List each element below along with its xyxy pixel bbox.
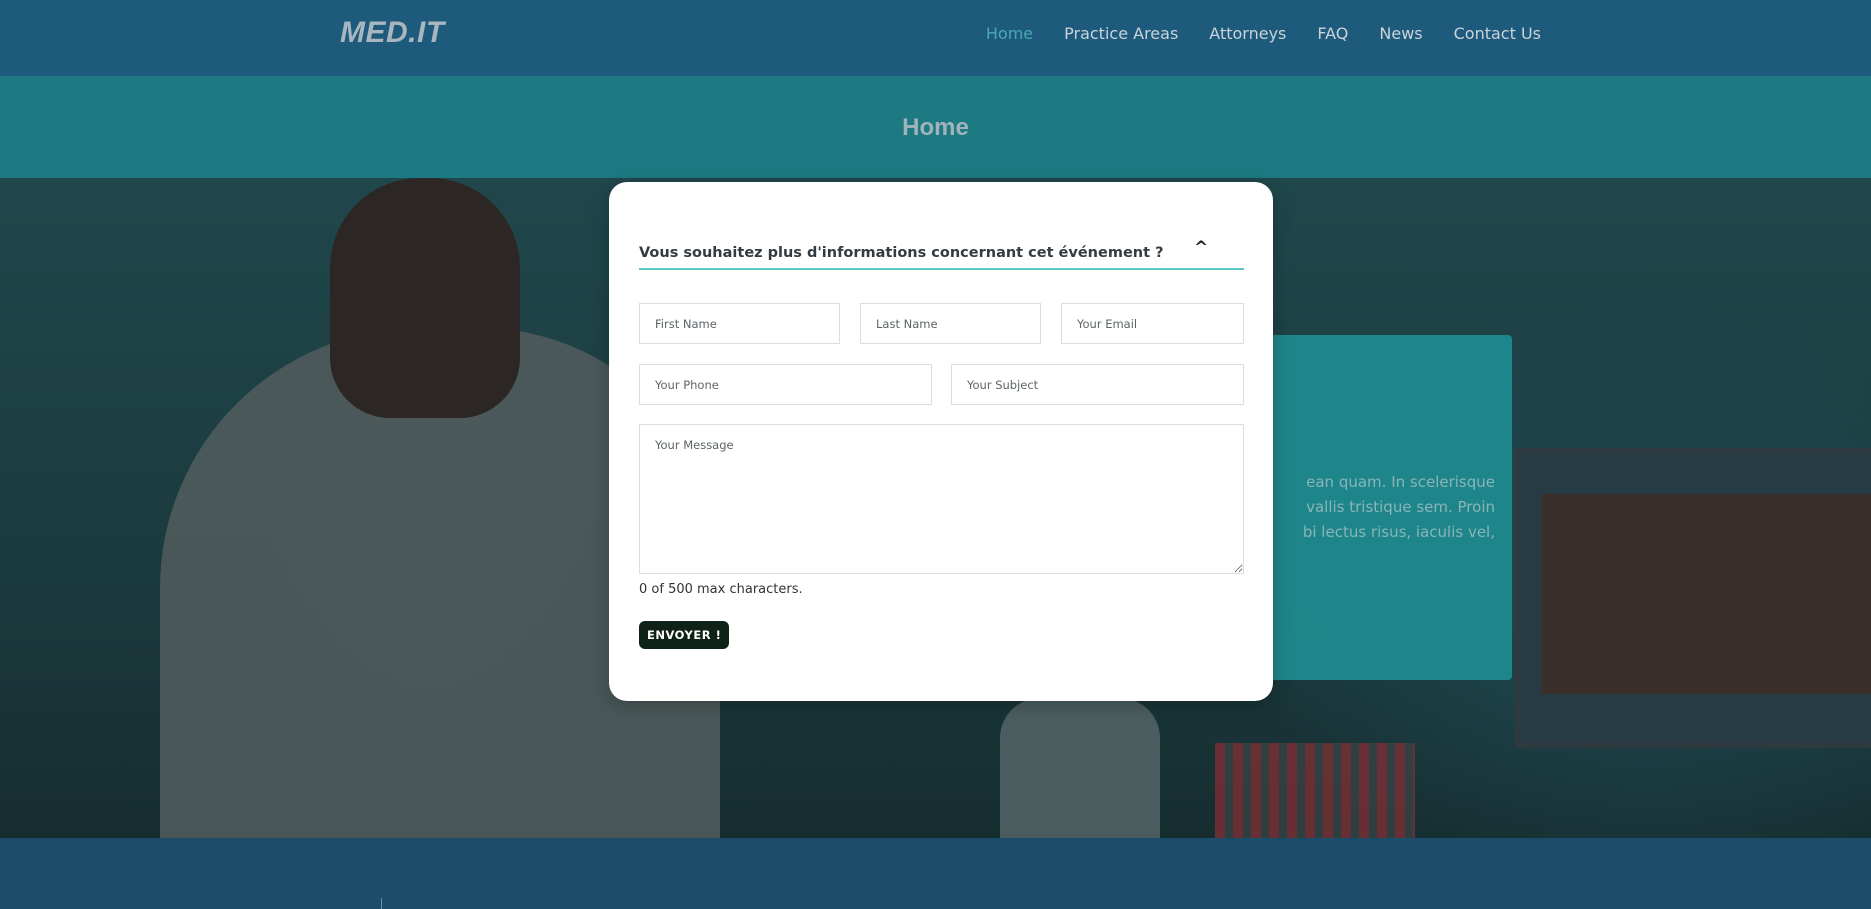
hero-microscope (1000, 698, 1160, 838)
email-field[interactable] (1061, 303, 1244, 344)
page-title-band: Home (0, 76, 1871, 178)
site-footer (0, 838, 1871, 909)
hero-test-tubes (1215, 743, 1415, 838)
nav-attorneys[interactable]: Attorneys (1209, 24, 1286, 43)
nav-practice-areas[interactable]: Practice Areas (1064, 24, 1178, 43)
nav-faq[interactable]: FAQ (1317, 24, 1348, 43)
nav-home[interactable]: Home (986, 24, 1033, 43)
collapse-chevron-icon[interactable]: ^ (1194, 238, 1208, 258)
hero-monitor-screen (1541, 494, 1871, 694)
submit-button[interactable]: ENVOYER ! (639, 621, 730, 649)
hero-monitor (1515, 448, 1871, 748)
character-counter: 0 of 500 max characters. (639, 582, 803, 597)
nav-contact-us[interactable]: Contact Us (1454, 24, 1541, 43)
subject-field[interactable] (951, 364, 1244, 405)
phone-field[interactable] (639, 364, 932, 405)
site-header: MED.IT Home Practice Areas Attorneys FAQ… (0, 0, 1871, 76)
last-name-field[interactable] (860, 303, 1041, 344)
hero-scientist-head (330, 178, 520, 418)
modal-title: Vous souhaitez plus d'informations conce… (639, 245, 1164, 261)
footer-divider (381, 898, 382, 909)
nav-news[interactable]: News (1379, 24, 1422, 43)
page-title: Home (902, 114, 969, 141)
modal-header: Vous souhaitez plus d'informations conce… (639, 238, 1244, 270)
first-name-field[interactable] (639, 303, 840, 344)
message-field[interactable] (639, 424, 1244, 574)
main-nav: Home Practice Areas Attorneys FAQ News C… (986, 24, 1541, 43)
info-request-modal: Vous souhaitez plus d'informations conce… (609, 182, 1273, 701)
site-logo[interactable]: MED.IT (340, 16, 445, 50)
